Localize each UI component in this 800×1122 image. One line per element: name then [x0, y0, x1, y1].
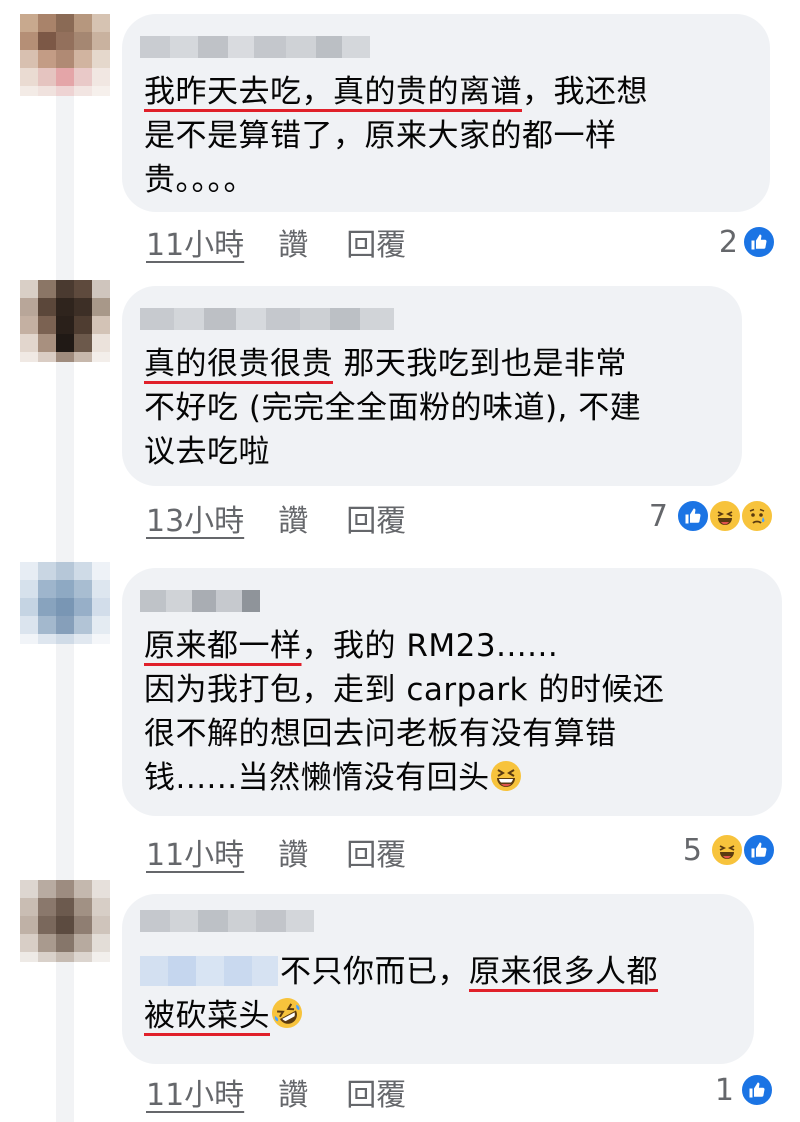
comment: 原来都一样，我的 RM23...... 因为我打包，走到 carpark 的时候…: [0, 550, 800, 880]
avatar[interactable]: [20, 280, 110, 362]
comment-text: 我昨天去吃，真的贵的离谱，我还想 是不是算错了，原来大家的都一样 贵。。。。: [144, 70, 648, 202]
reply-button[interactable]: 回覆: [346, 220, 406, 264]
reply-button[interactable]: 回覆: [346, 1070, 406, 1114]
avatar[interactable]: [20, 880, 110, 962]
comment-bubble: 原来都一样，我的 RM23...... 因为我打包，走到 carpark 的时候…: [122, 568, 782, 816]
haha-icon: [708, 499, 742, 533]
comment-bubble: 不只你而已，原来很多人都 被砍菜头: [122, 894, 754, 1064]
reaction-summary[interactable]: 5: [683, 830, 776, 870]
avatar[interactable]: [20, 14, 110, 96]
comment-actions: 11小時 讚 回覆: [146, 1070, 444, 1114]
comment: 真的很贵很贵 那天我吃到也是非常 不好吃 (完完全全面粉的味道), 不建 议去吃…: [0, 270, 800, 550]
author-name-blurred[interactable]: [140, 36, 370, 58]
reaction-summary[interactable]: 2: [719, 222, 776, 262]
like-button[interactable]: 讚: [278, 1070, 308, 1114]
avatar[interactable]: [20, 562, 110, 644]
like-button[interactable]: 讚: [278, 496, 308, 540]
reaction-count: 1: [714, 1072, 734, 1108]
comment-bubble: 真的很贵很贵 那天我吃到也是非常 不好吃 (完完全全面粉的味道), 不建 议去吃…: [122, 286, 742, 486]
comment-text: 不只你而已，原来很多人都 被砍菜头: [144, 950, 658, 1038]
timestamp-link[interactable]: 13小時: [146, 496, 244, 540]
comment-bubble: 我昨天去吃，真的贵的离谱，我还想 是不是算错了，原来大家的都一样 贵。。。。: [122, 14, 770, 212]
comment-line: 因为我打包，走到 carpark 的时候还: [144, 672, 665, 708]
sad-icon: [740, 499, 774, 533]
comment-actions: 13小時 讚 回覆: [146, 496, 444, 540]
timestamp-link[interactable]: 11小時: [146, 220, 244, 264]
comment-line: 不只你而已，原来很多人都: [280, 954, 658, 990]
comment-line: 原来都一样，我的 RM23......: [144, 628, 559, 664]
comment-line: 我昨天去吃，真的贵的离谱，我还想: [144, 74, 648, 110]
grin-squint-emoji: [490, 760, 522, 804]
like-icon: [742, 833, 776, 867]
comment: 不只你而已，原来很多人都 被砍菜头 11小時 讚 回覆 1: [0, 880, 800, 1122]
author-name-blurred[interactable]: [140, 590, 260, 612]
comment-line: 很不解的想回去问老板有没有算错: [144, 716, 617, 752]
comment-actions: 11小時 讚 回覆: [146, 830, 444, 874]
timestamp-link[interactable]: 11小時: [146, 1070, 244, 1114]
author-name-blurred[interactable]: [140, 910, 314, 932]
comment: 我昨天去吃，真的贵的离谱，我还想 是不是算错了，原来大家的都一样 贵。。。。 1…: [0, 0, 800, 270]
reaction-summary[interactable]: 1: [715, 1070, 774, 1110]
reaction-count: 7: [648, 498, 668, 534]
comment-text: 真的很贵很贵 那天我吃到也是非常 不好吃 (完完全全面粉的味道), 不建 议去吃…: [144, 342, 641, 474]
comment-line: 真的很贵很贵 那天我吃到也是非常: [144, 346, 627, 382]
timestamp-link[interactable]: 11小時: [146, 830, 244, 874]
reaction-count: 2: [718, 224, 738, 260]
reaction-count: 5: [682, 832, 702, 868]
author-name-blurred[interactable]: [140, 308, 394, 330]
comment-line: 不好吃 (完完全全面粉的味道), 不建: [144, 390, 642, 426]
reply-button[interactable]: 回覆: [346, 496, 406, 540]
like-icon: [740, 1073, 774, 1107]
reaction-summary[interactable]: 7: [649, 496, 774, 536]
comment-line: 议去吃啦: [144, 434, 270, 470]
comment-line: 贵。。。。: [144, 162, 255, 198]
reply-button[interactable]: 回覆: [346, 830, 406, 874]
like-button[interactable]: 讚: [278, 830, 308, 874]
comment-line: 钱......当然懒惰没有回头: [144, 756, 664, 800]
like-icon: [742, 225, 776, 259]
comment-text: 原来都一样，我的 RM23...... 因为我打包，走到 carpark 的时候…: [144, 624, 664, 800]
rofl-emoji: [270, 996, 304, 1042]
comment-line: 被砍菜头: [144, 994, 658, 1038]
comment-line: 是不是算错了，原来大家的都一样: [144, 118, 617, 154]
like-button[interactable]: 讚: [278, 220, 308, 264]
like-icon: [676, 499, 710, 533]
comment-actions: 11小時 讚 回覆: [146, 220, 444, 264]
haha-icon: [710, 833, 744, 867]
